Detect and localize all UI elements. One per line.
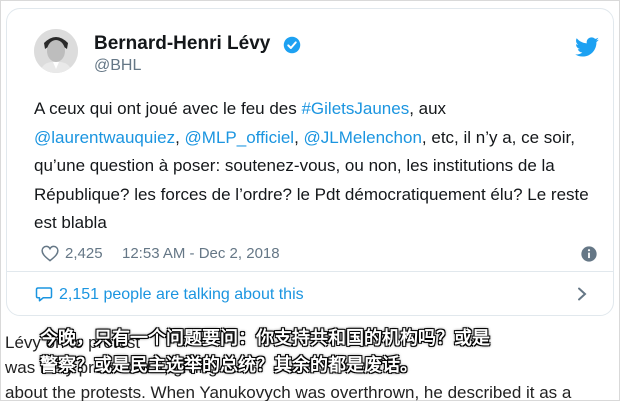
tweet-text-segment: , bbox=[175, 127, 185, 147]
tweet-text-segment: A ceux qui ont joué avec le feu des bbox=[34, 99, 302, 118]
tweet-card[interactable]: Bernard-Henri Lévy @BHL A ceux qui ont j… bbox=[6, 8, 614, 316]
conversation-link[interactable]: 2,151 people are talking about this bbox=[28, 283, 593, 307]
tweet-text: A ceux qui ont joué avec le feu des #Gil… bbox=[34, 95, 599, 238]
verified-badge-icon bbox=[283, 36, 301, 54]
mention-link[interactable]: @MLP_officiel bbox=[185, 128, 295, 147]
chevron-right-icon[interactable] bbox=[576, 287, 588, 301]
subtitle-line: 今晚，只有一个问题要问：你支持共和国的机构吗？或是 bbox=[40, 328, 490, 349]
divider bbox=[7, 271, 613, 272]
avatar[interactable] bbox=[34, 29, 78, 73]
heart-icon[interactable] bbox=[41, 245, 59, 262]
like-count[interactable]: 2,425 bbox=[65, 245, 103, 262]
tweet-timestamp[interactable]: 12:53 AM - Dec 2, 2018 bbox=[122, 245, 280, 262]
tweet-text-segment: , bbox=[294, 127, 304, 147]
conversation-count[interactable]: 2,151 people are talking about this bbox=[59, 286, 304, 304]
speech-bubble-icon bbox=[35, 287, 53, 302]
mention-link[interactable]: @laurentwauquiez bbox=[34, 128, 175, 147]
hashtag-link[interactable]: #GiletsJaunes bbox=[301, 99, 409, 118]
article-line: about the protests. When Yanukovych was … bbox=[5, 383, 572, 401]
mention-link[interactable]: @JLMelenchon bbox=[304, 128, 422, 147]
tweet-meta: 2,425 12:53 AM - Dec 2, 2018 bbox=[34, 243, 604, 265]
twitter-bird-icon[interactable] bbox=[574, 37, 600, 59]
subtitle-line: 警察？或是民主选举的总统？其余的都是废话。 bbox=[40, 355, 418, 376]
author-name[interactable]: Bernard-Henri Lévy bbox=[94, 33, 270, 55]
subtitle-overlay: 今晚，只有一个问题要问：你支持共和国的机构吗？或是 警察？或是民主选举的总统？其… bbox=[40, 325, 570, 379]
tweet-text-segment: , aux bbox=[409, 99, 447, 118]
author-handle[interactable]: @BHL bbox=[94, 57, 141, 75]
info-icon[interactable] bbox=[580, 245, 598, 263]
